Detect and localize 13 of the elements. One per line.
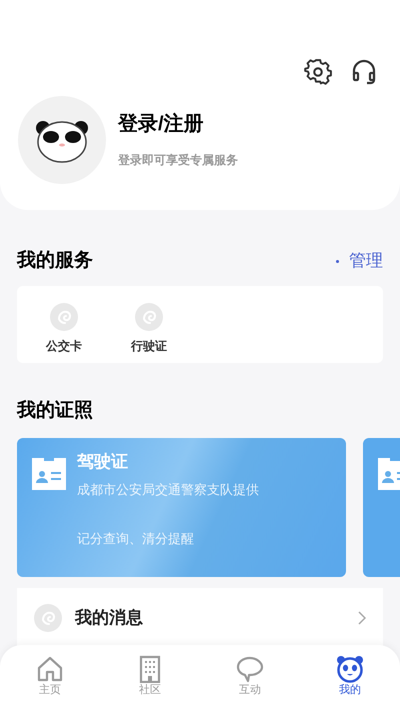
tab[interactable]: 我的 xyxy=(300,645,400,711)
login-hint: 登录即可享受专属服务 xyxy=(118,152,238,168)
messages-label: 我的消息 xyxy=(75,606,143,629)
license-name: 驾驶证 xyxy=(77,452,129,470)
manage-link[interactable]: 管理 xyxy=(349,248,383,274)
login-register-link[interactable]: 登录/注册 xyxy=(118,112,238,136)
license-features: 记分查询、清分提醒 xyxy=(77,530,195,548)
messages-row[interactable]: 我的消息 xyxy=(17,588,383,648)
service-item[interactable]: 行驶证 xyxy=(123,303,175,355)
section-title: 我的证照 xyxy=(17,399,94,423)
section-title: 我的服务 xyxy=(17,248,93,273)
license-issuer: 成都市公安局交通警察支队提供 xyxy=(77,480,259,498)
service-item[interactable]: 公交卡 xyxy=(38,303,90,355)
